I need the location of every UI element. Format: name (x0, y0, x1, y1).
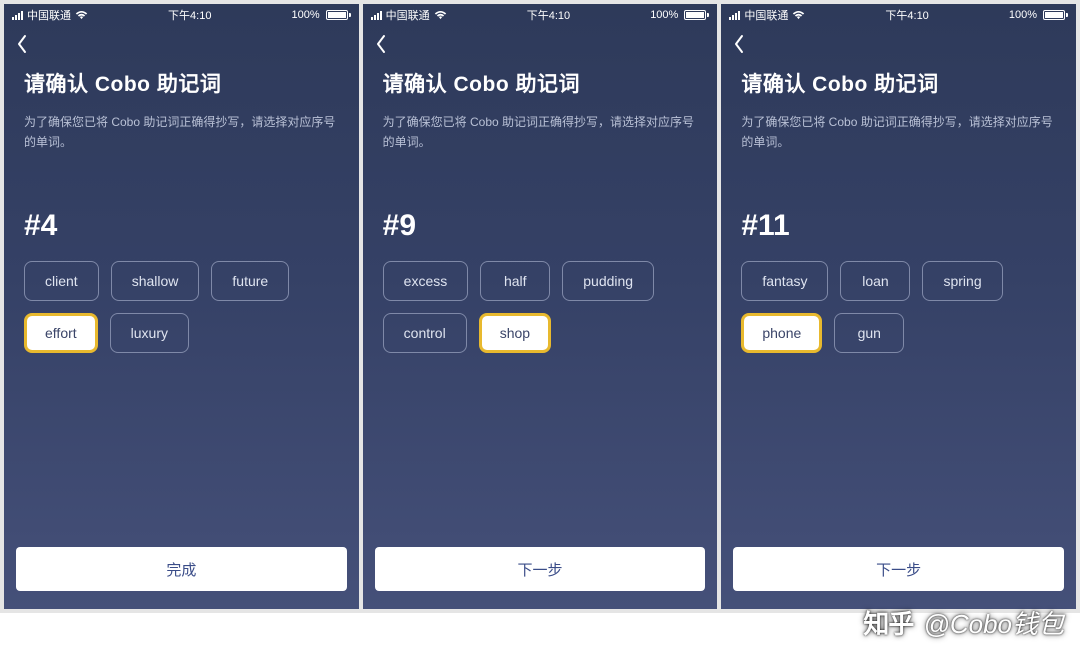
word-option-selected[interactable]: effort (24, 313, 98, 353)
word-option[interactable]: half (480, 261, 550, 301)
page-subtitle: 为了确保您已将 Cobo 助记词正确得抄写，请选择对应序号的单词。 (741, 112, 1056, 153)
word-options: fantasy loan spring phone gun (741, 261, 1056, 353)
phone-screen-1: 中国联通 下午4:10 100% 请确认 Cobo 助记词 为了确保您已将 Co… (4, 4, 359, 609)
wifi-icon (75, 10, 88, 20)
battery-icon (1041, 10, 1068, 20)
nav-bar (4, 24, 359, 64)
word-index-label: #11 (741, 209, 1056, 243)
word-option[interactable]: fantasy (741, 261, 828, 301)
word-options: excess half pudding control shop (383, 261, 698, 353)
finish-button[interactable]: 完成 (16, 547, 347, 591)
page-title: 请确认 Cobo 助记词 (741, 68, 1056, 98)
battery-icon (324, 10, 351, 20)
back-button[interactable] (16, 34, 28, 54)
signal-icon (371, 10, 382, 20)
wifi-icon (792, 10, 805, 20)
page-subtitle: 为了确保您已将 Cobo 助记词正确得抄写，请选择对应序号的单词。 (383, 112, 698, 153)
word-option[interactable]: future (211, 261, 289, 301)
word-option[interactable]: shallow (111, 261, 200, 301)
nav-bar (721, 24, 1076, 64)
phone-screen-2: 中国联通 下午4:10 100% 请确认 Cobo 助记词 为了确保您已将 Co… (363, 4, 718, 609)
word-index-label: #4 (24, 209, 339, 243)
back-button[interactable] (733, 34, 745, 54)
word-option[interactable]: spring (922, 261, 1002, 301)
word-option[interactable]: pudding (562, 261, 654, 301)
clock-label: 下午4:10 (885, 7, 928, 23)
wifi-icon (434, 10, 447, 20)
next-button[interactable]: 下一步 (375, 547, 706, 591)
word-option[interactable]: gun (834, 313, 904, 353)
word-option[interactable]: luxury (110, 313, 189, 353)
carrier-label: 中国联通 (27, 7, 71, 23)
next-button[interactable]: 下一步 (733, 547, 1064, 591)
zhihu-logo: 知乎 (861, 610, 915, 636)
carrier-label: 中国联通 (744, 7, 788, 23)
word-index-label: #9 (383, 209, 698, 243)
status-bar: 中国联通 下午4:10 100% (363, 4, 718, 24)
clock-label: 下午4:10 (527, 7, 570, 23)
word-option[interactable]: excess (383, 261, 469, 301)
back-button[interactable] (375, 34, 387, 54)
word-option[interactable]: client (24, 261, 99, 301)
page-subtitle: 为了确保您已将 Cobo 助记词正确得抄写，请选择对应序号的单词。 (24, 112, 339, 153)
page-title: 请确认 Cobo 助记词 (24, 68, 339, 98)
battery-pct-label: 100% (292, 9, 320, 21)
word-option[interactable]: loan (840, 261, 910, 301)
word-option-selected[interactable]: shop (479, 313, 551, 353)
clock-label: 下午4:10 (168, 7, 211, 23)
word-option-selected[interactable]: phone (741, 313, 822, 353)
status-bar: 中国联通 下午4:10 100% (4, 4, 359, 24)
battery-pct-label: 100% (650, 9, 678, 21)
battery-pct-label: 100% (1009, 9, 1037, 21)
status-bar: 中国联通 下午4:10 100% (721, 4, 1076, 24)
signal-icon (12, 10, 23, 20)
word-options: client shallow future effort luxury (24, 261, 339, 353)
battery-icon (682, 10, 709, 20)
screenshot-triptych: 中国联通 下午4:10 100% 请确认 Cobo 助记词 为了确保您已将 Co… (0, 0, 1080, 613)
word-option[interactable]: control (383, 313, 467, 353)
nav-bar (363, 24, 718, 64)
phone-screen-3: 中国联通 下午4:10 100% 请确认 Cobo 助记词 为了确保您已将 Co… (721, 4, 1076, 609)
signal-icon (729, 10, 740, 20)
carrier-label: 中国联通 (386, 7, 430, 23)
page-title: 请确认 Cobo 助记词 (383, 68, 698, 98)
